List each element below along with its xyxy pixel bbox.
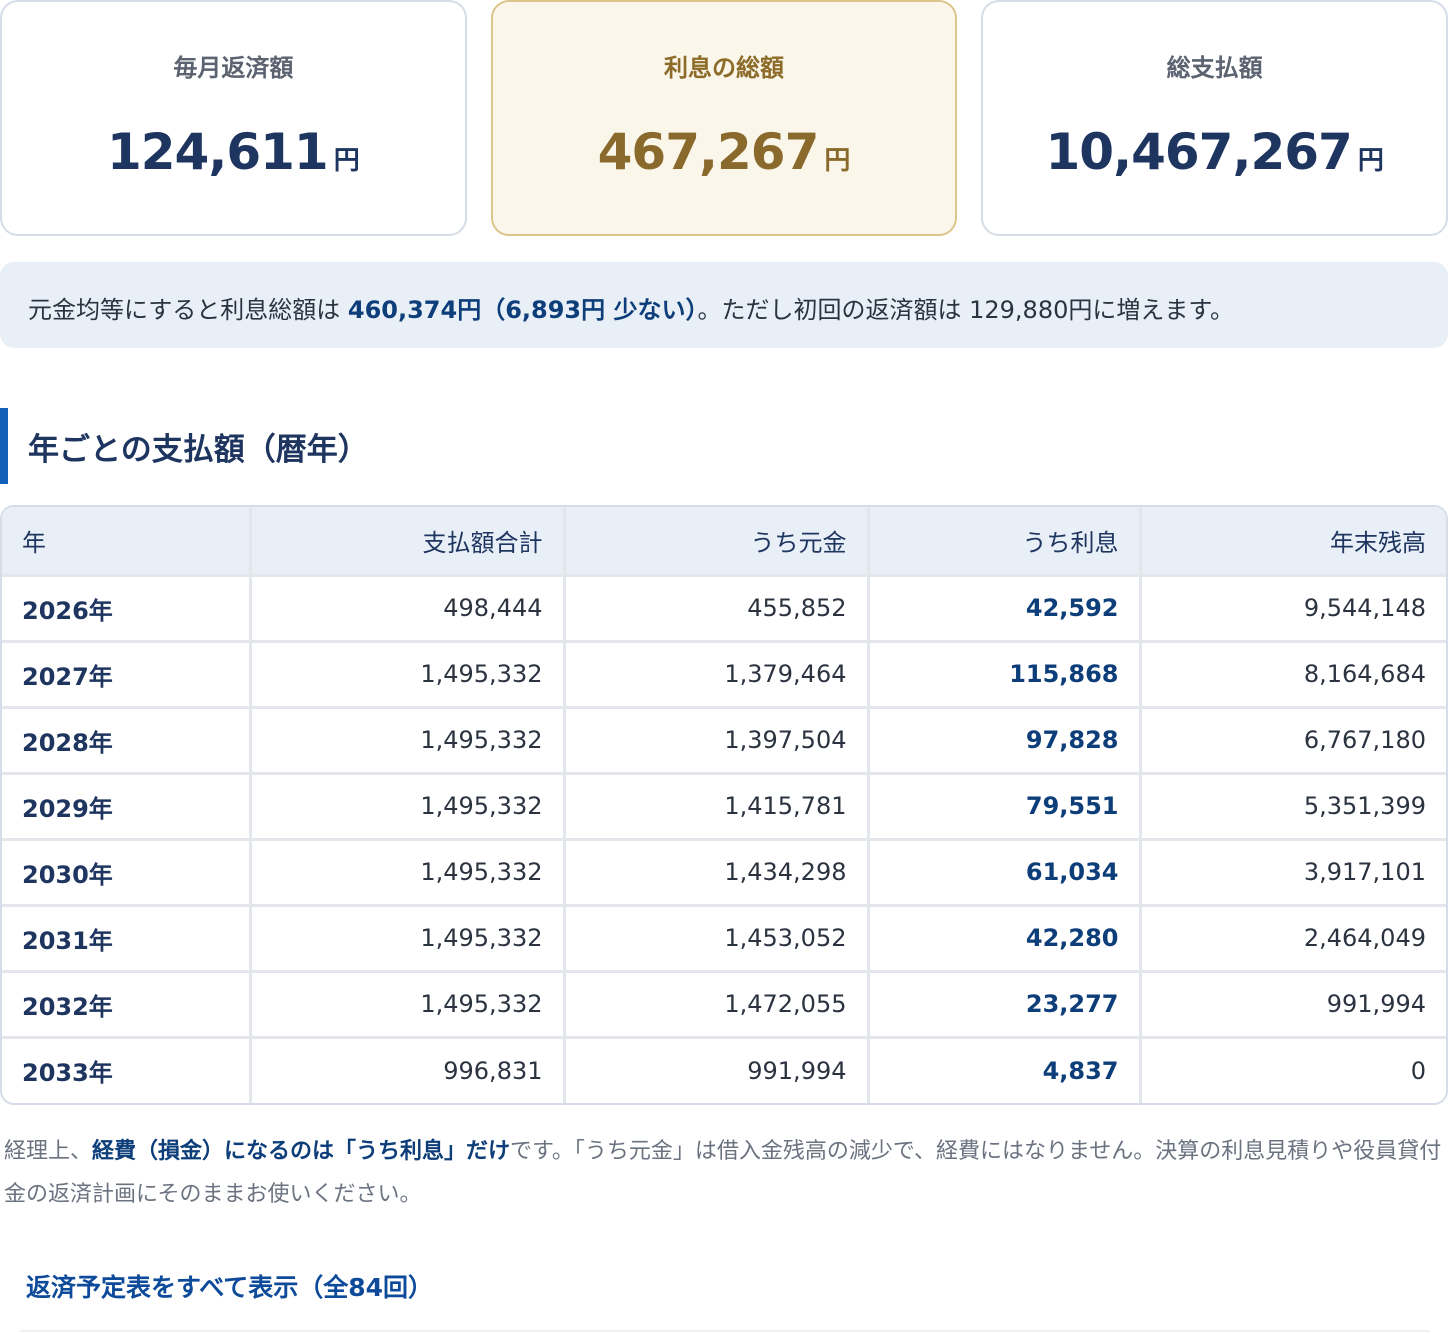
table-row: 2028年 1,495,332 1,397,504 97,828 6,767,1… (2, 707, 1446, 775)
section-title: 年ごとの支払額（暦年） (0, 408, 369, 484)
total-payment-value-row: 10,467,267 円 (983, 123, 1446, 181)
interest-cell: 42,280 (868, 905, 1142, 973)
principal-cell: 1,415,781 (564, 773, 870, 841)
principal-cell: 1,397,504 (564, 707, 870, 775)
table-row: 2033年 996,831 991,994 4,837 0 (2, 1037, 1446, 1103)
balance-cell: 6,767,180 (1140, 707, 1446, 775)
total-cell: 1,495,332 (250, 773, 566, 841)
interest-cell: 23,277 (868, 971, 1142, 1039)
note-suffix: 。ただし初回の返済額は 129,880円に増えます。 (697, 296, 1234, 324)
balance-cell: 3,917,101 (1140, 839, 1446, 907)
table-row: 2030年 1,495,332 1,434,298 61,034 3,917,1… (2, 839, 1446, 907)
interest-cell: 4,837 (868, 1037, 1142, 1103)
year-cell: 2033年 (2, 1037, 252, 1103)
total-cell: 1,495,332 (250, 971, 566, 1039)
yearly-table: 年 支払額合計 うち元金 うち利息 年末残高 2026年 498,444 455… (2, 507, 1446, 1103)
total-cell: 1,495,332 (250, 641, 566, 709)
interest-cell: 61,034 (868, 839, 1142, 907)
year-cell: 2030年 (2, 839, 252, 907)
interest-total-label: 利息の総額 (664, 54, 784, 82)
monthly-payment-unit: 円 (333, 146, 360, 176)
total-payment-unit: 円 (1357, 146, 1384, 176)
balance-cell: 991,994 (1140, 971, 1446, 1039)
table-row: 2029年 1,495,332 1,415,781 79,551 5,351,3… (2, 773, 1446, 841)
balance-cell: 0 (1410, 1056, 1426, 1085)
table-row: 2026年 498,444 455,852 42,592 9,544,148 (2, 575, 1446, 643)
balance-cell: 5,351,399 (1140, 773, 1446, 841)
note-prefix: 元金均等にすると利息総額は (28, 296, 341, 324)
comparison-note: 元金均等にすると利息総額は 460,374円（6,893円 少ない）。ただし初回… (0, 262, 1448, 348)
col-year-header: 年 (2, 507, 252, 577)
year-cell: 2032年 (2, 971, 252, 1039)
total-cell: 1,495,332 (250, 905, 566, 973)
principal-cell: 455,852 (564, 575, 870, 643)
table-row: 2032年 1,495,332 1,472,055 23,277 991,994 (2, 971, 1446, 1039)
principal-cell: 1,379,464 (564, 641, 870, 709)
divider (20, 1330, 1430, 1332)
col-interest-header: うち利息 (868, 507, 1142, 577)
monthly-payment-value-row: 124,611 円 (2, 123, 465, 181)
interest-total-value-row: 467,267 円 (493, 123, 956, 181)
year-cell: 2031年 (2, 905, 252, 973)
monthly-payment-card: 毎月返済額 124,611 円 (0, 0, 467, 236)
yearly-payment-table: 年 支払額合計 うち元金 うち利息 年末残高 2026年 498,444 455… (0, 505, 1448, 1105)
show-full-schedule-link[interactable]: 返済予定表をすべて表示（全84回） (26, 1268, 433, 1304)
balance-cell: 2,464,049 (1140, 905, 1446, 973)
interest-total-unit: 円 (824, 146, 851, 176)
footnote-prefix: 経理上、 (4, 1139, 93, 1164)
table-row: 2031年 1,495,332 1,453,052 42,280 2,464,0… (2, 905, 1446, 973)
summary-cards: 毎月返済額 124,611 円 利息の総額 467,267 円 総支払額 10,… (0, 0, 1448, 238)
monthly-payment-value: 124,611 (106, 123, 329, 181)
total-cell: 1,495,332 (250, 839, 566, 907)
total-payment-label: 総支払額 (1166, 54, 1263, 82)
interest-cell: 97,828 (868, 707, 1142, 775)
accounting-footnote: 経理上、経費（損金）になるのは「うち利息」だけです。「うち元金」は借入金残高の減… (4, 1130, 1444, 1216)
total-payment-value: 10,467,267 (1045, 123, 1353, 181)
note-highlight: 460,374円（6,893円 少ない） (347, 296, 698, 324)
total-cell: 996,831 (250, 1037, 566, 1103)
total-cell: 1,495,332 (250, 707, 566, 775)
interest-total-value: 467,267 (597, 123, 820, 181)
balance-cell: 8,164,684 (1140, 641, 1446, 709)
interest-cell: 42,592 (868, 575, 1142, 643)
interest-cell: 115,868 (868, 641, 1142, 709)
year-cell: 2027年 (2, 641, 252, 709)
year-cell: 2028年 (2, 707, 252, 775)
interest-total-card: 利息の総額 467,267 円 (490, 0, 958, 236)
principal-cell: 1,453,052 (564, 905, 870, 973)
col-principal-header: うち元金 (564, 507, 870, 577)
monthly-payment-label: 毎月返済額 (173, 54, 294, 82)
balance-cell: 9,544,148 (1140, 575, 1446, 643)
principal-cell: 1,434,298 (564, 839, 870, 907)
year-cell: 2029年 (2, 773, 252, 841)
principal-cell: 991,994 (564, 1037, 870, 1103)
table-row: 2027年 1,495,332 1,379,464 115,868 8,164,… (2, 641, 1446, 709)
principal-cell: 1,472,055 (564, 971, 870, 1039)
total-payment-card: 総支払額 10,467,267 円 (981, 0, 1448, 236)
year-cell: 2026年 (2, 575, 252, 643)
footnote-emphasis: 経費（損金）になるのは「うち利息」だけ (92, 1139, 511, 1164)
table-header-row: 年 支払額合計 うち元金 うち利息 年末残高 (2, 507, 1446, 577)
col-total-header: 支払額合計 (250, 507, 566, 577)
interest-cell: 79,551 (868, 773, 1142, 841)
col-balance-header: 年末残高 (1140, 507, 1446, 577)
total-cell: 498,444 (250, 575, 566, 643)
section-title-text: 年ごとの支払額（暦年） (28, 431, 369, 468)
